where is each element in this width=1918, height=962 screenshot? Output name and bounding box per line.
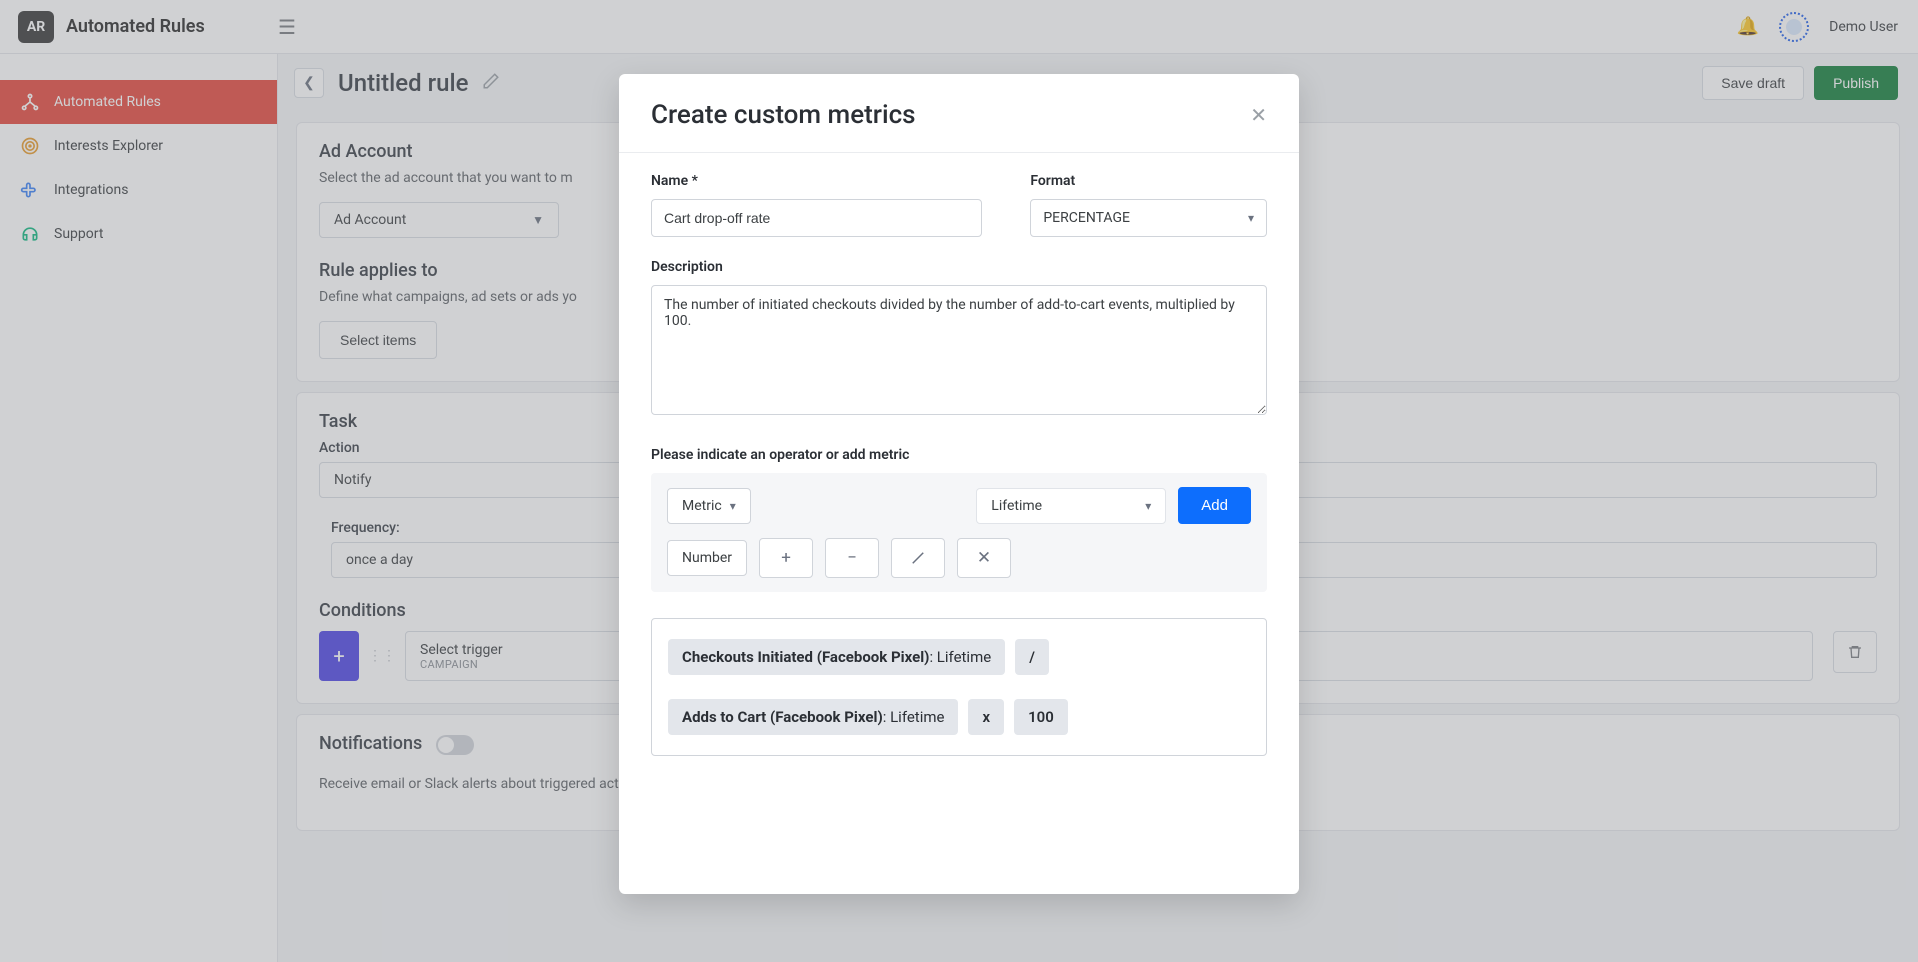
number-button[interactable]: Number [667,540,747,576]
chevron-down-icon: ▾ [1248,211,1254,225]
add-metric-button[interactable]: Add [1178,487,1251,524]
formula-token-operator-multiply[interactable]: x [968,699,1004,735]
minus-operator-button[interactable]: − [825,538,879,578]
format-label: Format [1030,173,1267,189]
name-label: Name * [651,173,982,189]
divide-operator-button[interactable] [891,538,945,578]
formula-builder-panel: Metric ▾ Lifetime ▾ Add Number + − [651,473,1267,592]
formula-token-metric[interactable]: Checkouts Initiated (Facebook Pixel): Li… [668,639,1005,675]
description-textarea[interactable]: The number of initiated checkouts divide… [651,285,1267,415]
formula-token-metric[interactable]: Adds to Cart (Facebook Pixel): Lifetime [668,699,958,735]
name-input[interactable] [651,199,982,237]
modal-close-button[interactable]: ✕ [1250,103,1267,127]
lifetime-label: Lifetime [991,498,1042,514]
chevron-down-icon: ▾ [730,499,736,513]
formula-token-operator-divide[interactable]: / [1015,639,1049,675]
format-value: PERCENTAGE [1043,210,1130,226]
metric-label: Metric [682,498,722,514]
plus-operator-button[interactable]: + [759,538,813,578]
multiply-operator-button[interactable]: ✕ [957,538,1011,578]
indicate-label: Please indicate an operator or add metri… [651,447,1267,463]
chevron-down-icon: ▾ [1145,499,1151,513]
lifetime-dropdown[interactable]: Lifetime ▾ [976,488,1166,524]
description-label: Description [651,259,1267,275]
create-custom-metrics-modal: Create custom metrics ✕ Name * Format PE… [619,74,1299,894]
modal-overlay[interactable]: Create custom metrics ✕ Name * Format PE… [0,0,1918,962]
modal-title: Create custom metrics [651,100,916,130]
metric-dropdown[interactable]: Metric ▾ [667,488,751,524]
formula-token-number[interactable]: 100 [1014,699,1068,735]
format-select[interactable]: PERCENTAGE ▾ [1030,199,1267,237]
formula-box: Checkouts Initiated (Facebook Pixel): Li… [651,618,1267,756]
